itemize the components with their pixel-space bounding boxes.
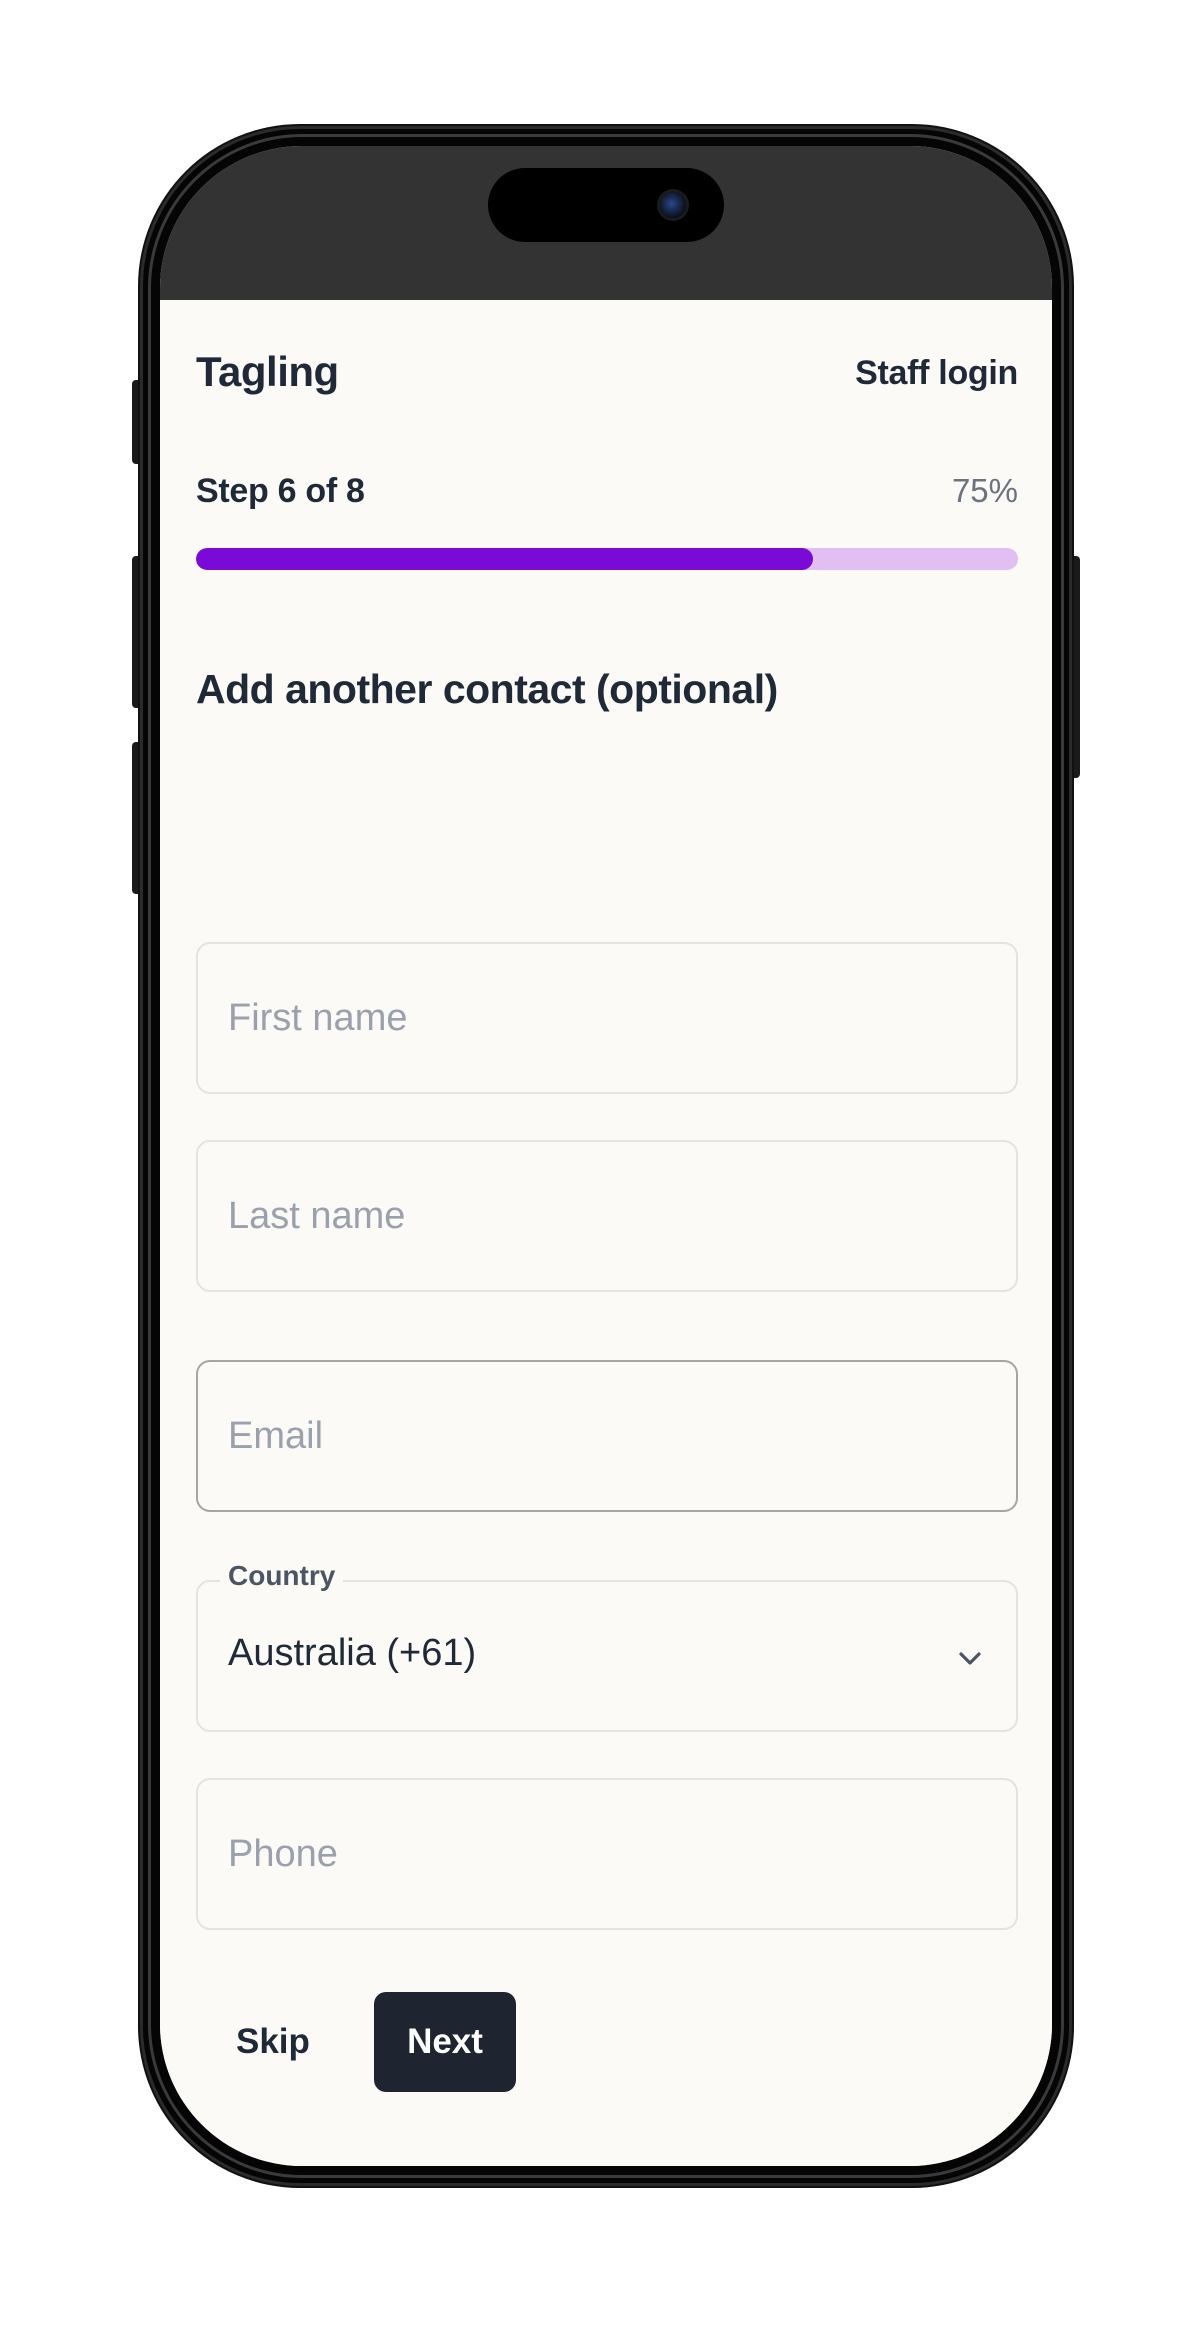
staff-login-link[interactable]: Staff login — [855, 354, 1018, 393]
phone-input[interactable] — [228, 1780, 988, 1928]
first-name-input[interactable] — [228, 944, 988, 1092]
next-button[interactable]: Next — [374, 1992, 516, 2092]
front-camera-icon — [660, 192, 686, 218]
onboarding-page: Tagling Staff login Step 6 of 8 75% Add … — [160, 300, 1052, 2166]
first-name-field — [196, 942, 1018, 1094]
brand-logo-text[interactable]: Tagling — [196, 348, 339, 396]
form-title: Add another contact (optional) — [196, 666, 778, 712]
last-name-field — [196, 1140, 1018, 1292]
country-label: Country — [220, 1560, 344, 1592]
country-select[interactable]: Country Australia (+61) — [196, 1560, 1018, 1732]
status-bar — [160, 146, 1052, 300]
phone-field — [196, 1778, 1018, 1930]
phone-screen: Tagling Staff login Step 6 of 8 75% Add … — [160, 146, 1052, 2166]
skip-button[interactable]: Skip — [216, 1992, 330, 2092]
country-selected-value: Australia (+61) — [228, 1632, 477, 1674]
dynamic-island — [488, 168, 724, 242]
step-indicator: Step 6 of 8 — [196, 472, 365, 510]
progress-percent: 75% — [951, 472, 1018, 509]
app-header: Tagling Staff login — [196, 344, 1018, 404]
progress-bar — [196, 548, 1018, 570]
form-actions: Skip Next — [196, 1992, 1018, 2092]
chevron-down-icon — [959, 1652, 981, 1665]
device-mockup: Tagling Staff login Step 6 of 8 75% Add … — [0, 0, 1200, 2343]
email-input[interactable] — [228, 1362, 988, 1510]
progress-bar-fill — [196, 548, 813, 570]
last-name-input[interactable] — [228, 1142, 988, 1290]
progress-header: Step 6 of 8 75% — [196, 472, 1018, 520]
email-field — [196, 1360, 1018, 1512]
